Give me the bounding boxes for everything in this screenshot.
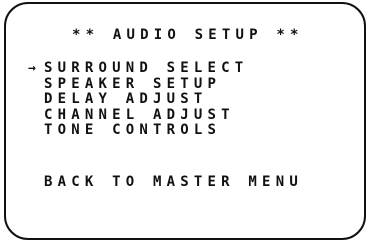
menu-item-speaker-setup[interactable]: SPEAKER SETUP <box>44 76 248 93</box>
menu-item-back-to-master[interactable]: BACK TO MASTER MENU <box>44 173 303 191</box>
selection-cursor-icon: → <box>28 61 36 76</box>
menu-item-surround-select[interactable]: SURROUND SELECT <box>44 60 248 77</box>
menu-item-delay-adjust[interactable]: DELAY ADJUST <box>44 91 248 108</box>
audio-setup-menu: SURROUND SELECT SPEAKER SETUP DELAY ADJU… <box>44 60 248 139</box>
menu-title: ** AUDIO SETUP ** <box>72 27 304 43</box>
menu-item-channel-adjust[interactable]: CHANNEL ADJUST <box>44 107 248 124</box>
menu-item-tone-controls[interactable]: TONE CONTROLS <box>44 122 248 139</box>
